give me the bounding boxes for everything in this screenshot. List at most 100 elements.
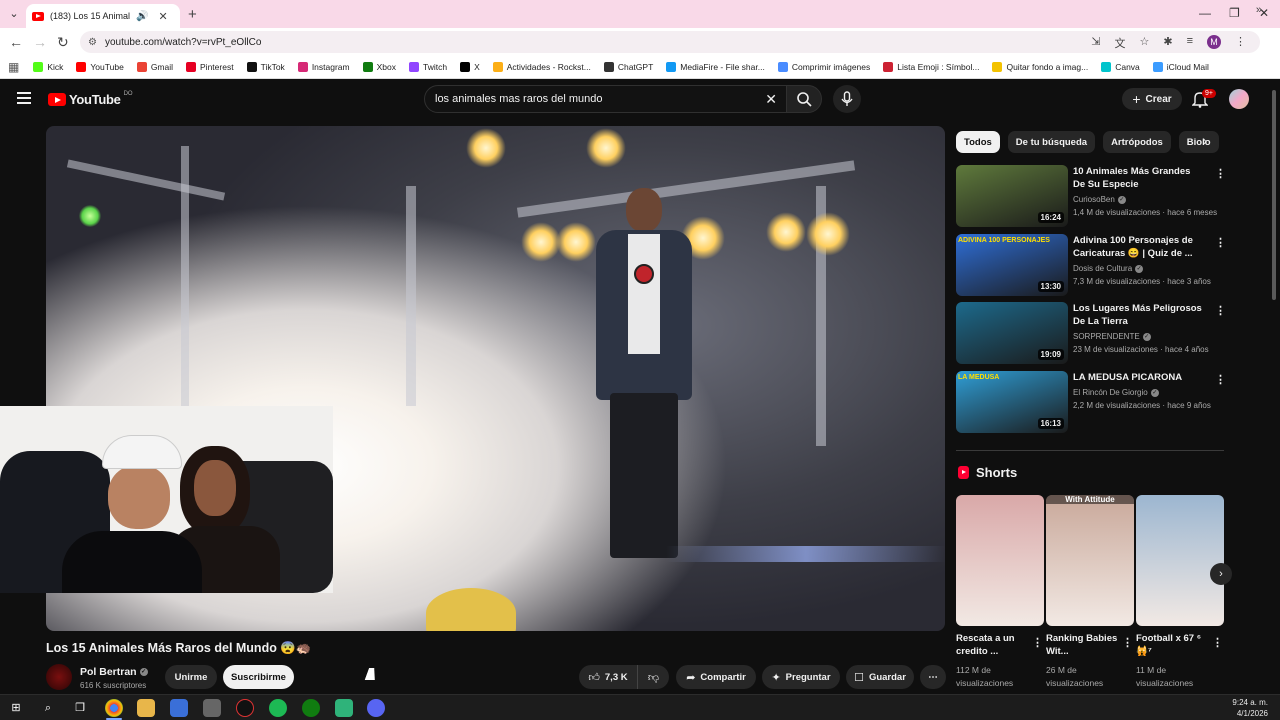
subscribe-button[interactable]: Suscribirme — [223, 665, 294, 689]
recommended-video-title[interactable]: Los Lugares Más Peligrosos De La Tierra — [1073, 302, 1203, 328]
site-info-icon[interactable]: ⚙ — [88, 37, 97, 48]
filter-chip[interactable]: Todos — [956, 131, 1000, 153]
channel-avatar[interactable] — [46, 664, 72, 690]
extensions-icon[interactable]: ✱ — [1163, 35, 1172, 51]
more-options-icon[interactable]: ⋮ — [1122, 636, 1133, 649]
short-thumbnail[interactable] — [1136, 495, 1224, 626]
bookmarks-overflow-icon[interactable]: » — [1256, 4, 1262, 16]
create-button[interactable]: + Crear — [1122, 88, 1182, 110]
media-controls-icon[interactable]: ≡ — [1187, 35, 1193, 51]
recommended-video[interactable]: 19:09 Los Lugares Más Peligrosos De La Ti… — [956, 302, 1226, 364]
bookmark-item[interactable]: iCloud Mail — [1152, 62, 1209, 72]
file-explorer-icon[interactable] — [137, 699, 155, 717]
task-view-icon[interactable]: ❒ — [71, 699, 89, 717]
more-options-icon[interactable]: ⋮ — [1215, 167, 1226, 180]
tab-search-icon[interactable]: ⌄ — [6, 6, 22, 22]
address-bar[interactable]: ⚙ youtube.com/watch?v=rvPt_eOllCo ⇲ 文 ☆ … — [80, 31, 1260, 53]
clear-search-icon[interactable]: ✕ — [765, 91, 777, 108]
save-button[interactable]: ☐ Guardar — [846, 665, 914, 689]
chrome-icon[interactable] — [105, 699, 123, 717]
filter-chip[interactable]: Biolo — [1178, 131, 1219, 153]
spotify-icon[interactable] — [269, 699, 287, 717]
bookmark-star-icon[interactable]: ☆ — [1139, 35, 1149, 51]
browser-tab-youtube[interactable]: (183) Los 15 Animales Más 🔊 ✕ — [26, 4, 180, 28]
bookmark-item[interactable]: Xbox — [362, 62, 396, 72]
short-title[interactable]: Football x 67 ⁶🙀⁷ — [1136, 632, 1211, 658]
taskbar-search-icon[interactable]: ⌕ — [39, 699, 57, 717]
windows-start-icon[interactable]: ⊞ — [7, 699, 25, 717]
bookmark-item[interactable]: Canva — [1101, 62, 1140, 72]
recommended-video-title[interactable]: LA MEDUSA PICARONA — [1073, 371, 1203, 384]
close-tab-icon[interactable]: ✕ — [158, 10, 167, 23]
youtube-logo[interactable]: YouTube DO — [48, 91, 133, 107]
recommended-video[interactable]: ADIVINA 100 PERSONAJES 13:30 Adivina 100 P… — [956, 234, 1226, 296]
rockstar-launcher-icon[interactable] — [236, 699, 254, 717]
bookmark-item[interactable]: MediaFire - File shar... — [666, 62, 765, 72]
recommended-channel[interactable]: Dosis de Cultura ✓ — [1073, 264, 1144, 273]
recommended-channel[interactable]: CuriosoBen ✓ — [1073, 195, 1126, 204]
bookmark-item[interactable]: Comprimir imágenes — [777, 62, 870, 72]
video-thumbnail[interactable]: ADIVINA 100 PERSONAJES 13:30 — [956, 234, 1068, 296]
new-tab-button[interactable]: + — [188, 6, 197, 23]
filter-chip[interactable]: De tu búsqueda — [1007, 131, 1096, 153]
share-button[interactable]: ➦ Compartir — [676, 665, 756, 689]
bookmark-item[interactable]: Actividades - Rockst... — [492, 62, 591, 72]
search-button[interactable] — [786, 85, 822, 113]
more-actions-button[interactable]: ⋯ — [920, 665, 946, 689]
more-options-icon[interactable]: ⋮ — [1215, 304, 1226, 317]
short-thumbnail[interactable]: With Attitude — [1046, 495, 1134, 626]
install-app-icon[interactable]: ⇲ — [1091, 35, 1100, 51]
more-options-icon[interactable]: ⋮ — [1215, 373, 1226, 386]
bookmark-item[interactable]: Lista Emoji : Símbol... — [883, 62, 979, 72]
video-thumbnail[interactable]: 16:24 — [956, 165, 1068, 227]
app-icon[interactable] — [335, 699, 353, 717]
system-clock[interactable]: 9:24 a. m. 4/1/2026 — [1232, 697, 1268, 719]
bookmark-item[interactable]: TikTok — [246, 62, 285, 72]
bookmark-item[interactable]: ChatGPT — [603, 62, 653, 72]
video-thumbnail[interactable]: 19:09 — [956, 302, 1068, 364]
microsoft-store-icon[interactable] — [170, 699, 188, 717]
guide-menu-icon[interactable] — [17, 92, 31, 107]
channel-name[interactable]: Pol Bertran ✓ — [80, 666, 148, 678]
back-icon[interactable]: ← — [9, 34, 23, 50]
short-thumbnail[interactable] — [956, 495, 1044, 626]
filter-chip[interactable]: Artrópodos — [1103, 131, 1171, 153]
restore-window-icon[interactable]: ❐ — [1229, 6, 1240, 20]
recommended-video-title[interactable]: 10 Animales Más Grandes De Su Especie — [1073, 165, 1203, 191]
forward-icon[interactable]: → — [33, 34, 47, 50]
more-options-icon[interactable]: ⋮ — [1032, 636, 1043, 649]
join-button[interactable]: Unirme — [165, 665, 217, 689]
recommended-video-title[interactable]: Adivina 100 Personajes de Caricaturas 😄 … — [1073, 234, 1203, 260]
more-options-icon[interactable]: ⋮ — [1215, 236, 1226, 249]
voice-search-button[interactable] — [833, 85, 861, 113]
audio-playing-icon[interactable]: 🔊 — [136, 11, 148, 22]
video-thumbnail[interactable]: LA MEDUSA 16:13 — [956, 371, 1068, 433]
app-icon[interactable] — [203, 699, 221, 717]
bookmark-item[interactable]: Gmail — [136, 62, 173, 72]
page-scrollbar[interactable] — [1272, 90, 1276, 300]
bookmark-item[interactable]: Pinterest — [186, 62, 234, 72]
bookmark-item[interactable]: YouTube — [76, 62, 124, 72]
bookmark-item[interactable]: Twitch — [408, 62, 447, 72]
apps-grid-icon[interactable]: ▦ — [8, 60, 19, 74]
xbox-icon[interactable] — [302, 699, 320, 717]
ask-button[interactable]: ✦ Preguntar — [762, 665, 840, 689]
short-title[interactable]: Ranking Babies Wit... — [1046, 632, 1121, 658]
discord-icon[interactable] — [367, 699, 385, 717]
minimize-window-icon[interactable]: — — [1199, 6, 1211, 20]
bookmark-item[interactable]: Quitar fondo a imag... — [992, 62, 1088, 72]
reload-icon[interactable]: ↻ — [57, 34, 69, 51]
bookmark-item[interactable]: Instagram — [297, 62, 350, 72]
profile-avatar-icon[interactable]: M — [1207, 35, 1221, 49]
translate-icon[interactable]: 文 — [1114, 35, 1125, 51]
search-input[interactable]: los animales mas raros del mundo ✕ — [424, 85, 788, 113]
recommended-channel[interactable]: El Rincón De Giorgio ✓ — [1073, 388, 1159, 397]
account-avatar[interactable] — [1229, 89, 1249, 109]
recommended-video[interactable]: LA MEDUSA 16:13 LA MEDUSA PICARONA El Rincó… — [956, 371, 1226, 433]
dislike-button[interactable]: 👎︎ — [637, 665, 669, 689]
more-options-icon[interactable]: ⋮ — [1212, 636, 1223, 649]
like-button[interactable]: 👍︎ 7,3 K — [579, 665, 637, 689]
recommended-channel[interactable]: SORPRENDENTE ✓ — [1073, 332, 1151, 341]
shorts-next-icon[interactable]: › — [1210, 563, 1232, 585]
bookmark-item[interactable]: Kick — [33, 62, 63, 72]
